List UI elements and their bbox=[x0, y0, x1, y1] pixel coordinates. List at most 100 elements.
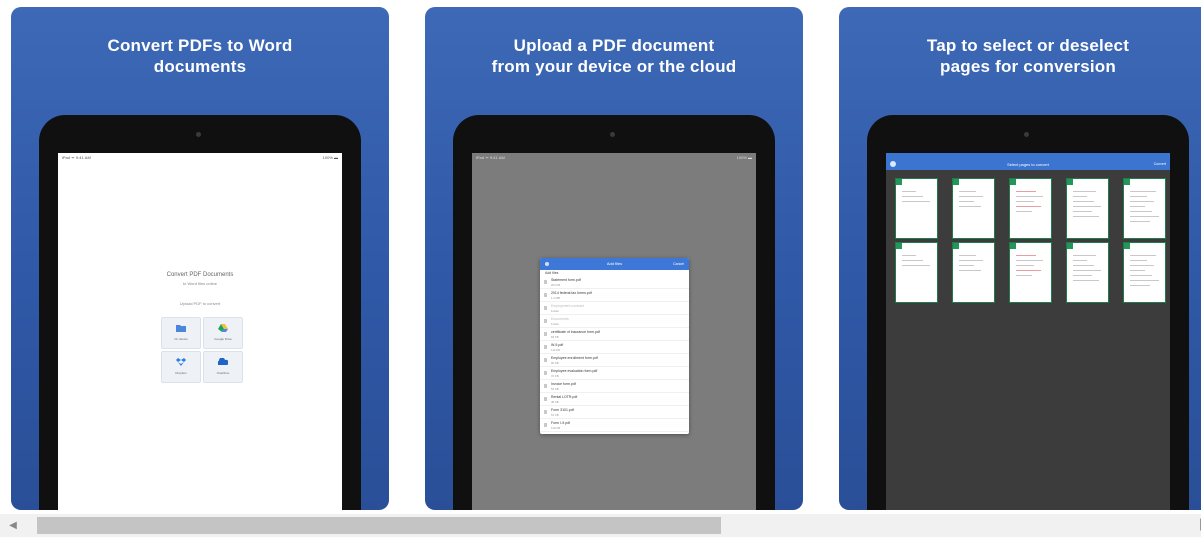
file-icon bbox=[544, 280, 547, 284]
page-text-line bbox=[1130, 216, 1159, 217]
pages-header: Select pages to convert Convert bbox=[886, 153, 1170, 170]
page-text-line bbox=[902, 201, 930, 202]
page-text-line bbox=[1130, 221, 1150, 222]
source-google-drive[interactable]: Google Drive bbox=[203, 317, 243, 349]
selected-check-icon bbox=[1124, 243, 1130, 249]
selected-check-icon bbox=[1067, 179, 1073, 185]
file-icon bbox=[544, 293, 547, 297]
page-text-line bbox=[902, 255, 916, 256]
page-text-line bbox=[1130, 270, 1145, 271]
file-meta: 203 KB bbox=[551, 283, 561, 287]
page-text-line bbox=[1073, 211, 1092, 212]
dialog-menu-icon[interactable] bbox=[545, 262, 549, 266]
status-bar: iPad ᯤ 9:41 AM 100% ▬ bbox=[472, 153, 756, 162]
file-icon bbox=[544, 410, 547, 414]
file-name: Form 3101.pdf bbox=[551, 408, 574, 412]
page-text-line bbox=[1073, 280, 1099, 281]
file-row[interactable]: Employment contract Folder bbox=[540, 303, 689, 315]
page-text-line bbox=[1016, 270, 1041, 271]
page-text-line bbox=[1016, 275, 1032, 276]
page-text-line bbox=[1016, 265, 1034, 266]
page-thumbnail[interactable] bbox=[952, 242, 995, 303]
source-dropbox[interactable]: Dropbox bbox=[161, 351, 201, 383]
file-row[interactable]: Invoice form.pdf 54 KB bbox=[540, 381, 689, 393]
selected-check-icon bbox=[896, 179, 902, 185]
page-thumbnail[interactable] bbox=[1009, 242, 1052, 303]
page-text-line bbox=[902, 265, 930, 266]
file-row[interactable]: certificate of insurance form.pdf 84 KB bbox=[540, 329, 689, 341]
file-row[interactable]: Statement form.pdf 203 KB bbox=[540, 277, 689, 289]
page-text-line bbox=[1130, 275, 1152, 276]
dialog-cancel-button[interactable]: Cancel bbox=[673, 258, 684, 270]
page-text-line bbox=[959, 265, 974, 266]
file-name: Invoice form.pdf bbox=[551, 382, 576, 386]
ipad-frame: iPad ᯤ 9:41 AM 100% ▬ Add files Cancel A… bbox=[453, 115, 775, 510]
page-text-line bbox=[959, 206, 981, 207]
camera-dot bbox=[196, 132, 201, 137]
file-row[interactable]: Form I-9.pdf 140 KB bbox=[540, 420, 689, 432]
page-text-line bbox=[1130, 196, 1147, 197]
page-text-line bbox=[1130, 211, 1152, 212]
source-label: Google Drive bbox=[214, 337, 232, 341]
file-meta: 96 KB bbox=[551, 361, 559, 365]
page-thumbnail[interactable] bbox=[895, 242, 938, 303]
page-thumbnail[interactable] bbox=[895, 178, 938, 239]
file-name: Rental LOTR.pdf bbox=[551, 395, 578, 399]
file-row[interactable]: Employee evaluation form.pdf 72 KB bbox=[540, 368, 689, 380]
page-text-line bbox=[1130, 201, 1154, 202]
page-text-line bbox=[1130, 255, 1156, 256]
file-meta: 84 KB bbox=[551, 335, 559, 339]
file-name: Employment contract bbox=[551, 304, 584, 308]
screenshot-card-1: Convert PDFs to Word documents iPad ᯤ 9:… bbox=[11, 7, 389, 510]
file-meta: 72 KB bbox=[551, 374, 559, 378]
ipad-screen: Select pages to convert Convert bbox=[886, 153, 1170, 510]
source-on-device[interactable]: On device bbox=[161, 317, 201, 349]
page-thumbnail[interactable] bbox=[1123, 242, 1166, 303]
page-thumbnail[interactable] bbox=[1009, 178, 1052, 239]
camera-dot bbox=[1024, 132, 1029, 137]
scroll-left-arrow-icon[interactable]: ◀ bbox=[0, 514, 26, 537]
page-text-line bbox=[1016, 196, 1043, 197]
page-text-line bbox=[1073, 201, 1094, 202]
file-icon bbox=[544, 423, 547, 427]
file-meta: 54 KB bbox=[551, 387, 559, 391]
folder-icon bbox=[176, 325, 186, 332]
page-text-line bbox=[1073, 255, 1096, 256]
page-text-line bbox=[959, 196, 983, 197]
file-row[interactable]: W-9.pdf 110 KB bbox=[540, 342, 689, 354]
file-icon bbox=[544, 384, 547, 388]
page-text-line bbox=[959, 191, 976, 192]
file-icon bbox=[544, 332, 547, 336]
source-onedrive[interactable]: OneDrive bbox=[203, 351, 243, 383]
page-text-line bbox=[959, 260, 983, 261]
page-thumbnail[interactable] bbox=[1066, 242, 1109, 303]
file-row[interactable]: Documents Folder bbox=[540, 316, 689, 328]
dialog-header: Add files Cancel bbox=[540, 258, 689, 270]
page-thumbnail[interactable] bbox=[952, 178, 995, 239]
file-icon bbox=[544, 358, 547, 362]
page-text-line bbox=[1016, 201, 1034, 202]
section-label: Add files bbox=[545, 271, 559, 275]
selected-check-icon bbox=[896, 243, 902, 249]
scroll-right-arrow-icon[interactable]: ▕ bbox=[1193, 514, 1201, 537]
file-name: Employee enrollment form.pdf bbox=[551, 356, 598, 360]
source-label: Dropbox bbox=[175, 371, 187, 375]
onedrive-icon bbox=[218, 358, 228, 365]
page-thumbnail[interactable] bbox=[1066, 178, 1109, 239]
dropbox-icon bbox=[176, 358, 186, 366]
source-label: OneDrive bbox=[216, 371, 230, 375]
page-text-line bbox=[959, 201, 974, 202]
page-thumbnail[interactable] bbox=[1123, 178, 1166, 239]
horizontal-scrollbar[interactable]: ◀ ▕ bbox=[0, 514, 1201, 537]
file-row[interactable]: 2014 federal tax forms.pdf 1.2 MB bbox=[540, 290, 689, 302]
file-row[interactable]: Form 3101.pdf 61 KB bbox=[540, 407, 689, 419]
page-text-line bbox=[1073, 260, 1087, 261]
dialog-title: Add files bbox=[606, 261, 623, 266]
scrollbar-thumb[interactable] bbox=[37, 517, 721, 534]
status-bar: iPad ᯤ 9:41 AM 100% ▬ bbox=[58, 153, 342, 162]
file-name: certificate of insurance form.pdf bbox=[551, 330, 600, 334]
file-row[interactable]: Rental LOTR.pdf 48 KB bbox=[540, 394, 689, 406]
folder-icon bbox=[544, 319, 547, 323]
convert-button[interactable]: Convert bbox=[1154, 162, 1166, 166]
file-row[interactable]: Employee enrollment form.pdf 96 KB bbox=[540, 355, 689, 367]
